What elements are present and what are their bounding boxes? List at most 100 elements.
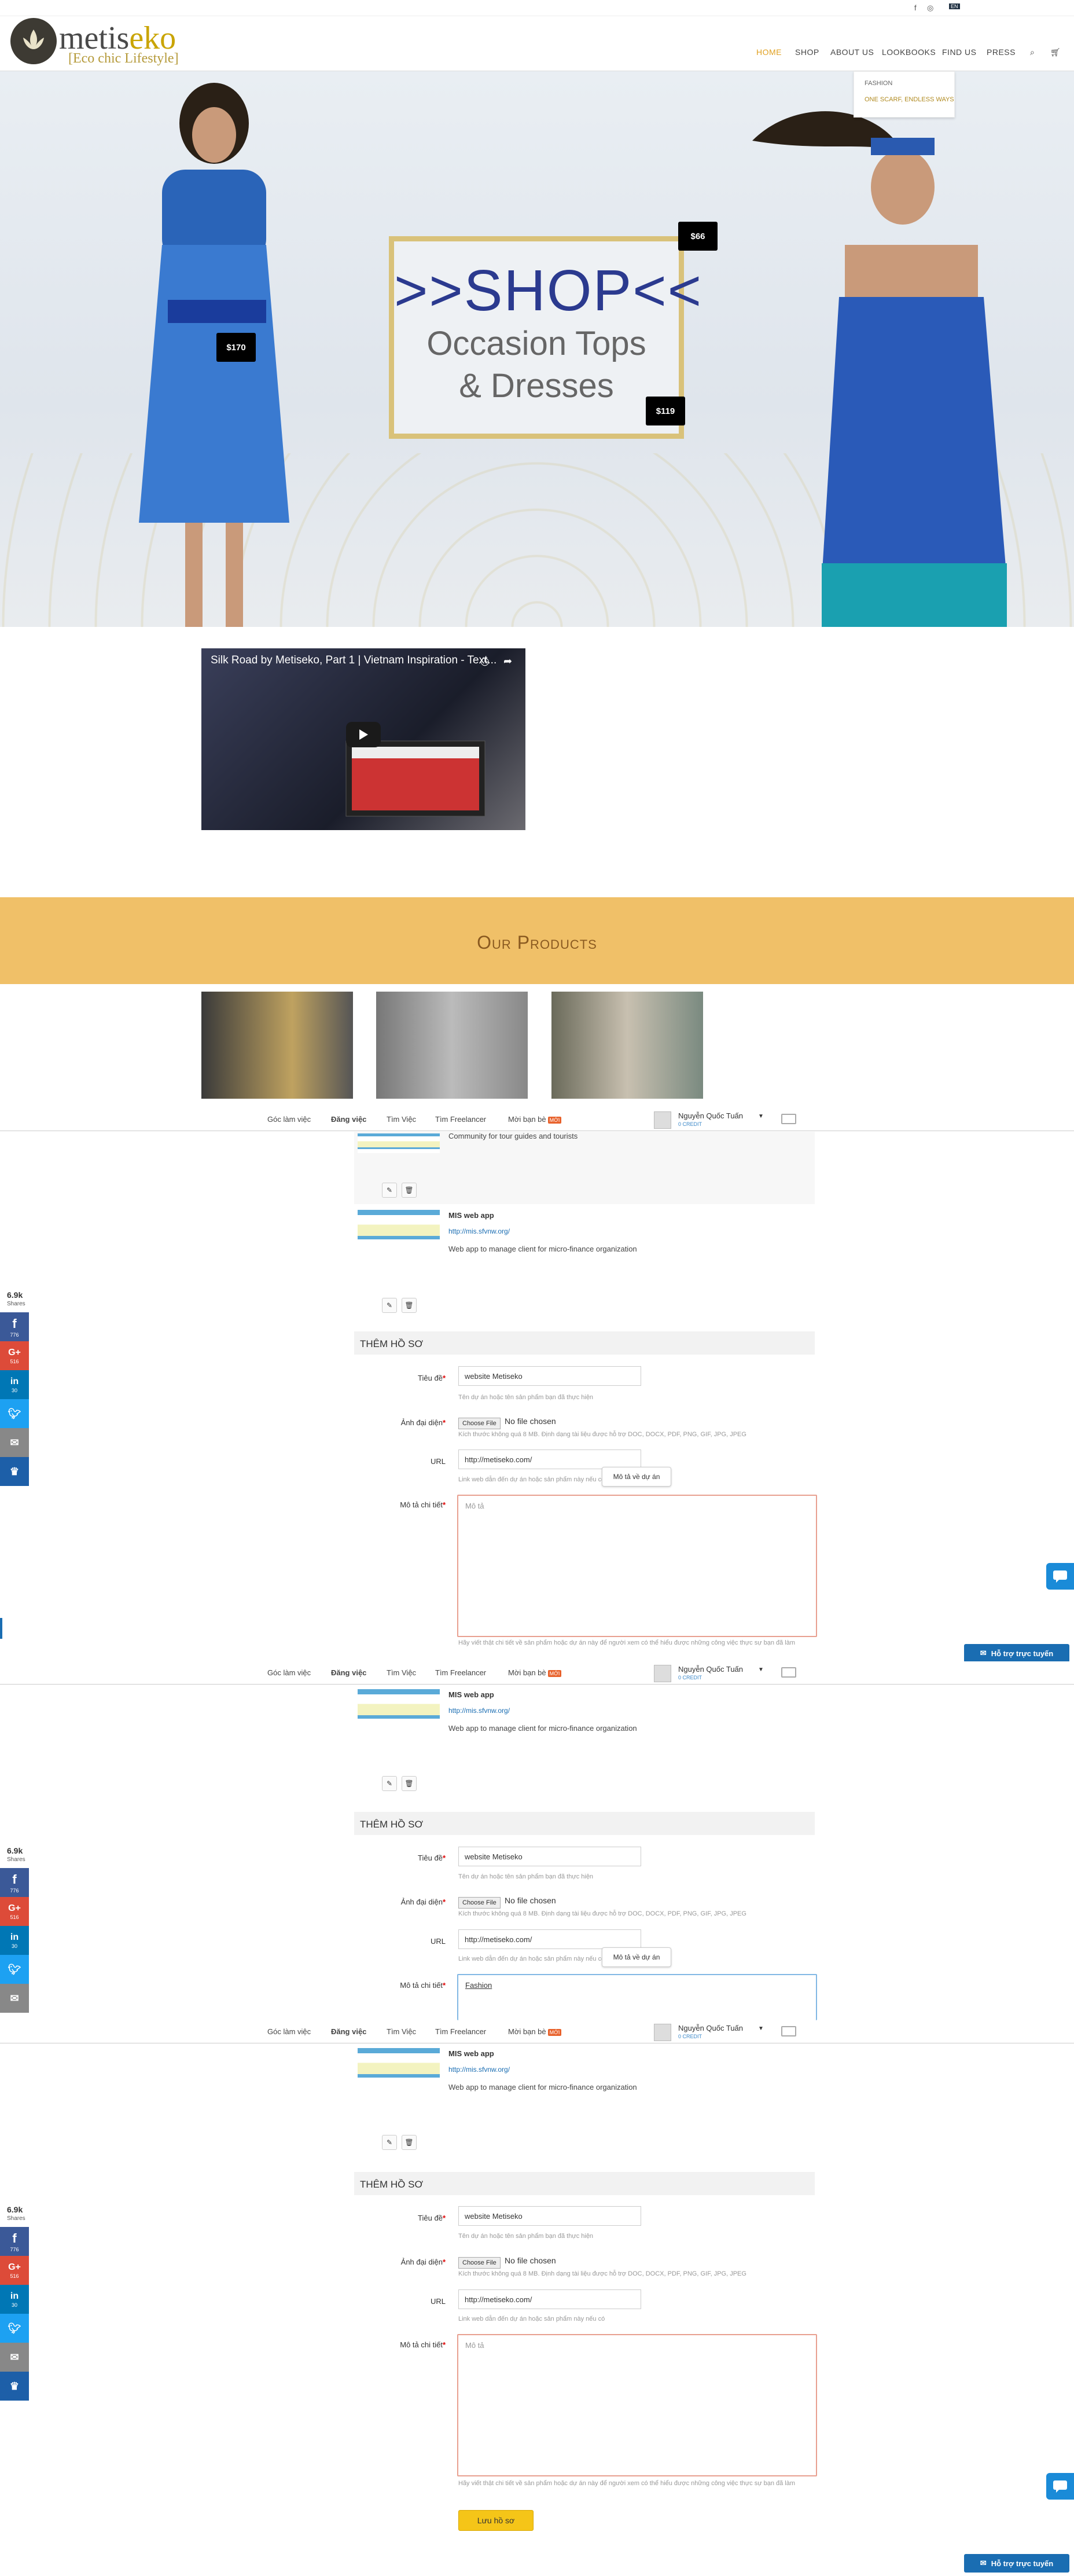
title-input[interactable]: website Metiseko (458, 1847, 641, 1866)
delete-icon[interactable]: 🗑︎ (402, 2135, 417, 2150)
url-input[interactable]: http://metiseko.com/ (458, 1929, 641, 1949)
lotus-logo-icon[interactable] (10, 18, 57, 64)
user-menu[interactable]: Nguyễn Quốc Tuấn 0 CREDIT ▼ (654, 1664, 793, 1683)
googleplus-share-button[interactable]: G+ 516 (0, 1341, 29, 1370)
url-input[interactable]: http://metiseko.com/ (458, 2289, 641, 2309)
product-image[interactable] (551, 992, 703, 1099)
edit-icon[interactable]: ✎ (382, 1298, 397, 1313)
desc-textarea[interactable]: Mô tả (457, 2334, 817, 2476)
nav-find-freelancer[interactable]: Tìm Freelancer (435, 1115, 486, 1124)
nav-home[interactable]: HOME (756, 47, 782, 57)
edit-icon[interactable]: ✎ (382, 1183, 397, 1198)
nav-find-us[interactable]: FIND US (942, 47, 977, 57)
save-portfolio-button[interactable]: Lưu hồ sơ (458, 2510, 534, 2531)
shop-promo-box[interactable]: >>SHOP<< Occasion Tops & Dresses (389, 236, 701, 439)
nav-shop[interactable]: SHOP (795, 47, 819, 57)
email-share-button[interactable]: ✉ (0, 2343, 29, 2372)
nav-lookbooks[interactable]: LOOKBOOKS (882, 47, 936, 57)
nav-find-job[interactable]: Tìm Việc (387, 1668, 416, 1677)
side-tab[interactable] (0, 1618, 2, 1639)
project-link[interactable]: http://mis.sfvnw.org/ (448, 1707, 510, 1715)
online-support-button[interactable]: ✉ Hỗ trợ trực tuyến (964, 2554, 1069, 2573)
mail-icon[interactable] (781, 1114, 796, 1124)
nav-find-freelancer[interactable]: Tìm Freelancer (435, 2027, 486, 2036)
search-icon[interactable]: ⌕ (1030, 47, 1035, 57)
edit-icon[interactable]: ✎ (382, 2135, 397, 2150)
language-flag-icon[interactable]: EN (949, 3, 960, 9)
delete-icon[interactable]: 🗑︎ (402, 1183, 417, 1198)
nav-workspace[interactable]: Góc làm việc (267, 1668, 311, 1677)
chevron-down-icon[interactable]: ▼ (758, 1113, 764, 1120)
title-input[interactable]: website Metiseko (458, 2206, 641, 2226)
user-menu[interactable]: Nguyễn Quốc Tuấn 0 CREDIT ▼ (654, 2023, 793, 2042)
chevron-down-icon[interactable]: ▼ (758, 1667, 764, 1673)
nav-find-job[interactable]: Tìm Việc (387, 2027, 416, 2036)
sumo-share-button[interactable]: ♛ (0, 2372, 29, 2401)
googleplus-share-button[interactable]: G+ 516 (0, 2256, 29, 2285)
delete-icon[interactable]: 🗑︎ (402, 1298, 417, 1313)
nav-invite-friends[interactable]: Mời bạn bè MỚI (508, 1115, 562, 1124)
twitter-share-button[interactable]: 🐦︎ (0, 2314, 29, 2343)
desc-textarea[interactable]: Fashion (457, 1974, 817, 2020)
cart-icon[interactable]: 🛒︎ (1050, 47, 1061, 57)
desc-textarea[interactable]: Mô tả (457, 1495, 817, 1637)
linkedin-share-button[interactable]: in 30 (0, 1926, 29, 1955)
clock-icon[interactable]: ◷ (480, 655, 490, 667)
nav-find-freelancer[interactable]: Tìm Freelancer (435, 1668, 486, 1677)
play-button[interactable] (346, 722, 381, 747)
delete-icon[interactable]: 🗑︎ (402, 1776, 417, 1791)
mail-icon[interactable] (781, 1667, 796, 1678)
nav-post-job[interactable]: Đăng việc (331, 2027, 366, 2036)
twitter-share-button[interactable]: 🐦︎ (0, 1399, 29, 1428)
email-share-button[interactable]: ✉ (0, 1984, 29, 2013)
hero-banner[interactable]: >>SHOP<< Occasion Tops & Dresses $170 $6… (0, 71, 1074, 627)
share-icon[interactable]: ➦ (503, 655, 512, 667)
choose-file-button[interactable]: Choose File (458, 2257, 501, 2269)
nav-workspace[interactable]: Góc làm việc (267, 2027, 311, 2036)
facebook-icon[interactable]: f (914, 3, 917, 12)
dropdown-item-fashion[interactable]: FASHION (865, 80, 892, 87)
logo-wordmark[interactable]: metiseko (59, 22, 176, 54)
mail-icon[interactable] (781, 2026, 796, 2036)
linkedin-share-button[interactable]: in 30 (0, 1370, 29, 1399)
url-input[interactable]: http://metiseko.com/ (458, 1450, 641, 1469)
googleplus-share-button[interactable]: G+ 516 (0, 1897, 29, 1926)
edit-icon[interactable]: ✎ (382, 1776, 397, 1791)
title-input[interactable]: website Metiseko (458, 1366, 641, 1386)
facebook-share-button[interactable]: f 776 (0, 2227, 29, 2256)
choose-file-button[interactable]: Choose File (458, 1418, 501, 1429)
nav-invite-friends[interactable]: Mời bạn bè MỚI (508, 2027, 562, 2036)
job-site-header: Góc làm việc Đăng việc Tìm Việc Tìm Free… (0, 1108, 1074, 1131)
nav-find-job[interactable]: Tìm Việc (387, 1115, 416, 1124)
nav-post-job[interactable]: Đăng việc (331, 1668, 366, 1677)
choose-file-button[interactable]: Choose File (458, 1897, 501, 1909)
project-link[interactable]: http://mis.sfvnw.org/ (448, 1227, 510, 1235)
price-tag[interactable]: $66 (678, 222, 718, 251)
url-hint: Link web dẫn đến dự án hoặc sản phẩm này… (458, 1476, 605, 1483)
chevron-down-icon[interactable]: ▼ (758, 2025, 764, 2032)
email-share-button[interactable]: ✉ (0, 1428, 29, 1457)
chat-icon[interactable] (1046, 2473, 1074, 2500)
sumo-share-button[interactable]: ♛ (0, 1457, 29, 1486)
online-support-button[interactable]: ✉ Hỗ trợ trực tuyến (964, 1644, 1069, 1663)
nav-about-us[interactable]: ABOUT US (830, 47, 874, 57)
facebook-share-button[interactable]: f 776 (0, 1868, 29, 1897)
project-link[interactable]: http://mis.sfvnw.org/ (448, 2065, 510, 2074)
nav-invite-friends[interactable]: Mời bạn bè MỚI (508, 1668, 562, 1677)
video-embed[interactable]: Silk Road by Metiseko, Part 1 | Vietnam … (201, 648, 525, 830)
nav-post-job[interactable]: Đăng việc (331, 1115, 366, 1124)
nav-press[interactable]: PRESS (987, 47, 1016, 57)
price-tag[interactable]: $170 (216, 333, 256, 362)
linkedin-share-button[interactable]: in 30 (0, 2285, 29, 2314)
chat-icon[interactable] (1046, 1563, 1074, 1590)
product-image[interactable] (201, 992, 353, 1099)
facebook-share-button[interactable]: f 776 (0, 1312, 29, 1341)
product-image[interactable] (376, 992, 528, 1099)
video-title[interactable]: Silk Road by Metiseko, Part 1 | Vietnam … (211, 654, 496, 667)
price-tag[interactable]: $119 (646, 397, 685, 425)
dropdown-item-scarf[interactable]: ONE SCARF, ENDLESS WAYS (865, 96, 954, 103)
user-menu[interactable]: Nguyễn Quốc Tuấn 0 CREDIT ▼ (654, 1110, 793, 1130)
twitter-share-button[interactable]: 🐦︎ (0, 1955, 29, 1984)
nav-workspace[interactable]: Góc làm việc (267, 1115, 311, 1124)
instagram-icon[interactable]: ◎ (927, 3, 933, 13)
